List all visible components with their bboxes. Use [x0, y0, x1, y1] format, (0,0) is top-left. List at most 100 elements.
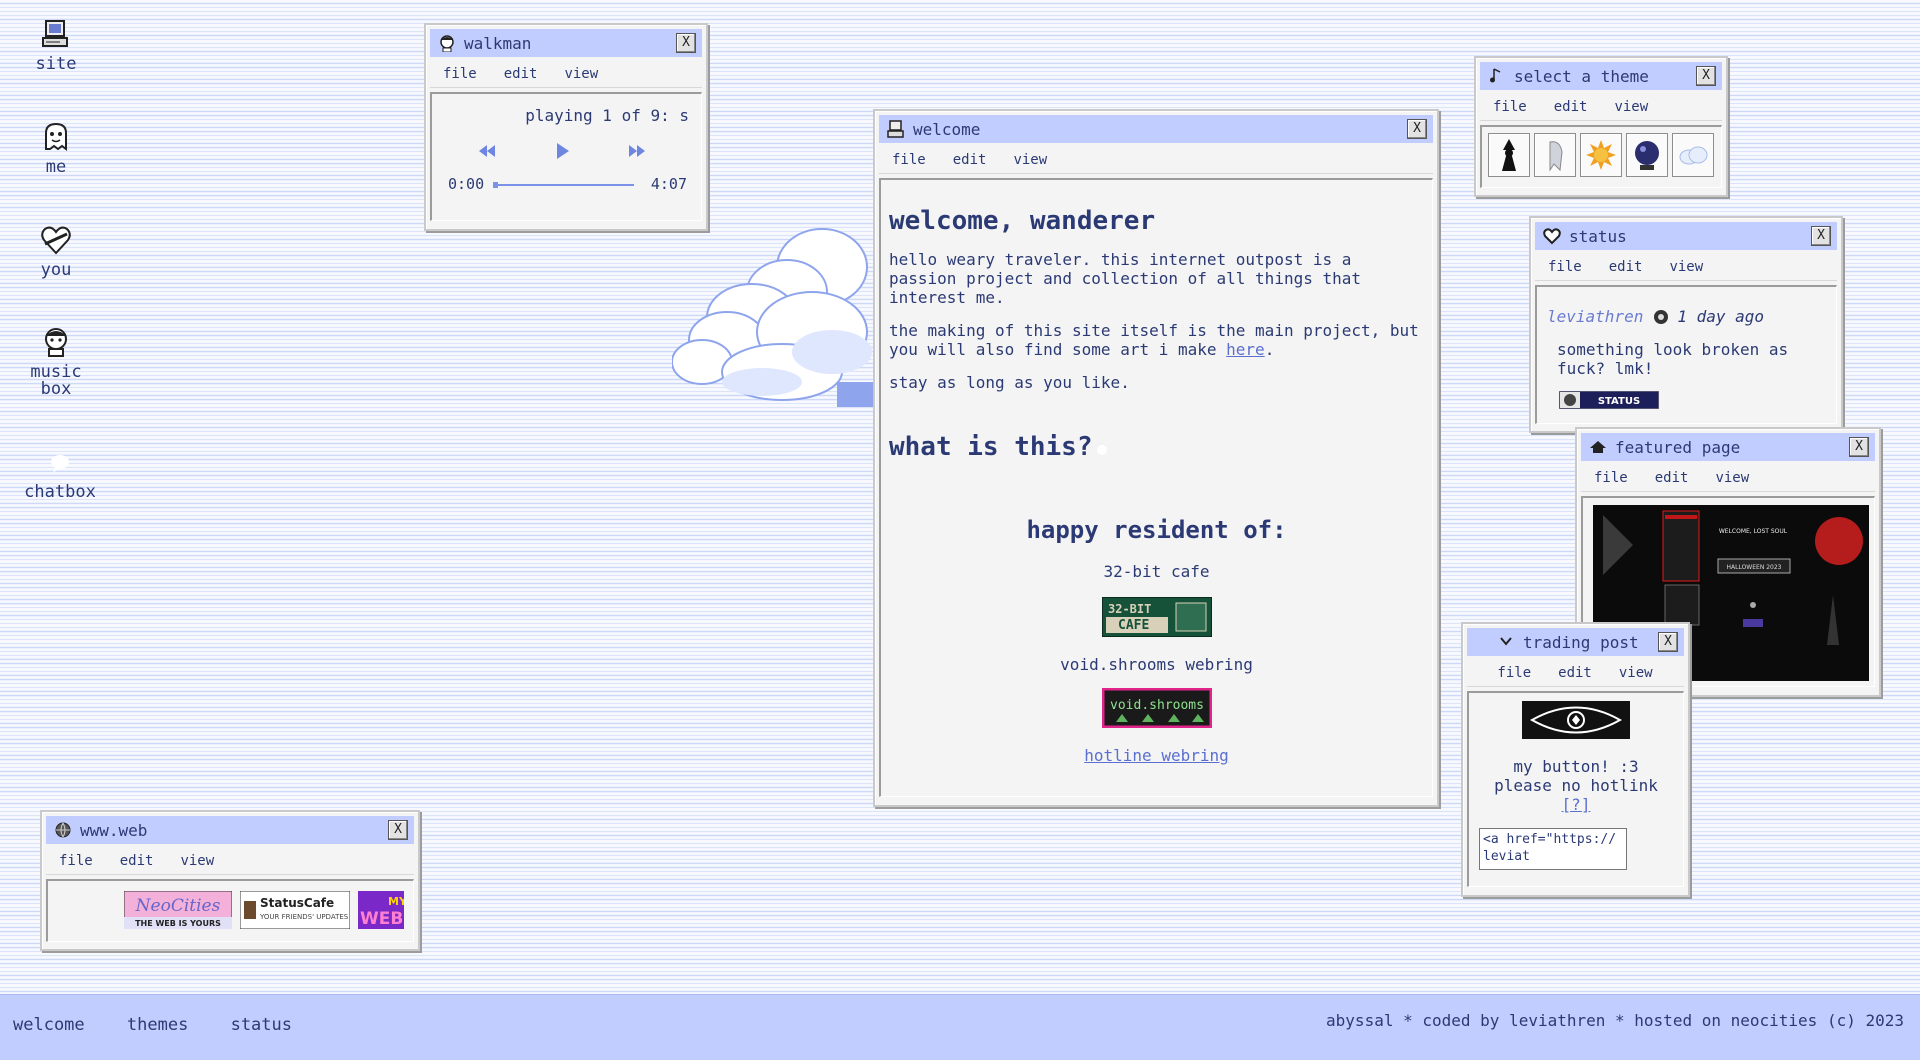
- footer-link-welcome[interactable]: welcome: [13, 1015, 85, 1035]
- walkman-titlebar[interactable]: walkman X: [430, 29, 702, 57]
- menu-file[interactable]: file: [1497, 665, 1531, 681]
- menu-view[interactable]: view: [180, 853, 214, 869]
- menu-view[interactable]: view: [564, 66, 598, 82]
- theme-content: [1480, 125, 1722, 188]
- hotline-link-row: hotline webring: [881, 746, 1432, 765]
- computer-icon: [887, 120, 904, 138]
- hotlink-help-link[interactable]: [?]: [1562, 795, 1591, 814]
- theme-titlebar[interactable]: select a theme X: [1480, 62, 1722, 90]
- walkman-window: walkman X file edit view playing 1 of 9:…: [424, 23, 708, 231]
- chat-bubble-icon: [51, 455, 69, 473]
- ghost-icon: [45, 122, 67, 151]
- desktop-icon-label: me: [45, 157, 67, 177]
- resident-name: void.shrooms webring: [1060, 655, 1253, 674]
- rewind-icon[interactable]: [476, 140, 498, 162]
- desktop-icon-label: music box: [30, 362, 82, 399]
- status-badge[interactable]: STATUS: [1559, 391, 1659, 409]
- paragraph-suffix: .: [1264, 340, 1275, 359]
- menubar: file edit view: [1581, 465, 1875, 492]
- neocities-button[interactable]: NeoCities THE WEB IS YOURS: [124, 891, 232, 929]
- site-button-eye[interactable]: [1522, 701, 1630, 739]
- now-playing-text: playing 1 of 9: s: [525, 106, 689, 125]
- close-button[interactable]: X: [1811, 226, 1831, 246]
- theme-tile-orb[interactable]: [1626, 133, 1668, 177]
- web-content: NeoCities THE WEB IS YOURS StatusCafe YO…: [46, 879, 414, 942]
- desktop-icon-chatbox[interactable]: chatbox: [5, 446, 115, 501]
- desktop-icon-me[interactable]: me: [1, 121, 111, 176]
- footer-link-status[interactable]: status: [231, 1015, 292, 1035]
- sun-icon: [1586, 140, 1616, 170]
- menu-edit[interactable]: edit: [1558, 665, 1592, 681]
- badge-text-top: MY: [388, 895, 404, 908]
- play-icon[interactable]: [551, 140, 573, 162]
- badge-text-bottom: YOUR FRIENDS' UPDATES: [259, 913, 349, 921]
- status-username[interactable]: leviathren: [1547, 307, 1643, 326]
- desktop-icon-site[interactable]: site: [1, 18, 111, 73]
- crystal-orb-icon: [1635, 141, 1659, 170]
- desktop-icon-you[interactable]: you: [1, 224, 111, 279]
- menu-view[interactable]: view: [1715, 470, 1749, 486]
- menu-edit[interactable]: edit: [1609, 259, 1643, 275]
- badge-text: STATUS: [1598, 396, 1640, 407]
- close-button[interactable]: X: [1407, 119, 1427, 139]
- 32bit-cafe-badge[interactable]: 32-BIT CAFE: [1101, 597, 1212, 637]
- embed-code-textarea[interactable]: <a href="https://leviat: [1479, 828, 1627, 870]
- paragraph-text: the making of this site itself is the ma…: [889, 321, 1419, 359]
- player-controls: [476, 140, 648, 162]
- featured-icon: [1590, 441, 1606, 453]
- my-web-button[interactable]: MY WEB: [358, 891, 404, 929]
- theme-tile-ghost[interactable]: [1534, 133, 1576, 177]
- menu-file[interactable]: file: [1493, 99, 1527, 115]
- menu-edit[interactable]: edit: [504, 66, 538, 82]
- menu-edit[interactable]: edit: [953, 152, 987, 168]
- menubar: file edit view: [430, 61, 702, 88]
- total-time: 4:07: [650, 175, 687, 193]
- cloud-decoration: [672, 228, 884, 407]
- menubar: file edit view: [1480, 94, 1722, 121]
- menu-edit[interactable]: edit: [1655, 470, 1689, 486]
- welcome-titlebar[interactable]: welcome X: [879, 115, 1433, 143]
- window-title: status: [1569, 226, 1627, 246]
- menu-file[interactable]: file: [59, 853, 93, 869]
- theme-tile-cloud[interactable]: [1672, 133, 1714, 177]
- theme-tile-witch[interactable]: [1488, 133, 1530, 177]
- badge-text-top: StatusCafe: [260, 896, 334, 910]
- fast-forward-icon[interactable]: [626, 140, 648, 162]
- badge-text: void.shrooms: [1110, 698, 1204, 713]
- menu-file[interactable]: file: [443, 66, 477, 82]
- featured-titlebar[interactable]: featured page X: [1581, 433, 1875, 461]
- web-titlebar[interactable]: www.web X: [46, 816, 414, 844]
- current-time: 0:00: [448, 175, 485, 193]
- menu-file[interactable]: file: [1548, 259, 1582, 275]
- hotline-webring-link[interactable]: hotline webring: [1084, 746, 1229, 765]
- menu-file[interactable]: file: [1594, 470, 1628, 486]
- void-shrooms-badge[interactable]: void.shrooms: [1101, 688, 1212, 728]
- theme-tile-sun[interactable]: [1580, 133, 1622, 177]
- menu-file[interactable]: file: [892, 152, 926, 168]
- theme-window: select a theme X file edit view: [1474, 56, 1728, 197]
- menu-view[interactable]: view: [1619, 665, 1653, 681]
- trading-titlebar[interactable]: trading post X: [1467, 628, 1684, 656]
- desktop-icon-music-box[interactable]: music box: [1, 326, 111, 398]
- menu-edit[interactable]: edit: [120, 853, 154, 869]
- badge-text-bottom: THE WEB IS YOURS: [135, 919, 221, 928]
- walkman-character-icon: [440, 35, 454, 52]
- progress-knob[interactable]: [493, 182, 498, 188]
- status-titlebar[interactable]: status X: [1535, 222, 1837, 250]
- project-paragraph: the making of this site itself is the ma…: [889, 321, 1424, 359]
- preview-banner: HALLOWEEN 2023: [1727, 564, 1782, 571]
- menu-view[interactable]: view: [1013, 152, 1047, 168]
- art-link[interactable]: here: [1226, 340, 1265, 359]
- menu-edit[interactable]: edit: [1554, 99, 1588, 115]
- close-button[interactable]: X: [388, 820, 408, 840]
- close-button[interactable]: X: [676, 33, 696, 53]
- menu-view[interactable]: view: [1614, 99, 1648, 115]
- close-button[interactable]: X: [1849, 437, 1869, 457]
- close-button[interactable]: X: [1696, 66, 1716, 86]
- close-button[interactable]: X: [1658, 632, 1678, 652]
- footer-link-themes[interactable]: themes: [127, 1015, 188, 1035]
- menu-view[interactable]: view: [1669, 259, 1703, 275]
- welcome-content: welcome, wanderer hello weary traveler. …: [879, 178, 1433, 797]
- progress-slider[interactable]: [493, 182, 634, 188]
- statuscafe-button[interactable]: StatusCafe YOUR FRIENDS' UPDATES: [240, 891, 350, 929]
